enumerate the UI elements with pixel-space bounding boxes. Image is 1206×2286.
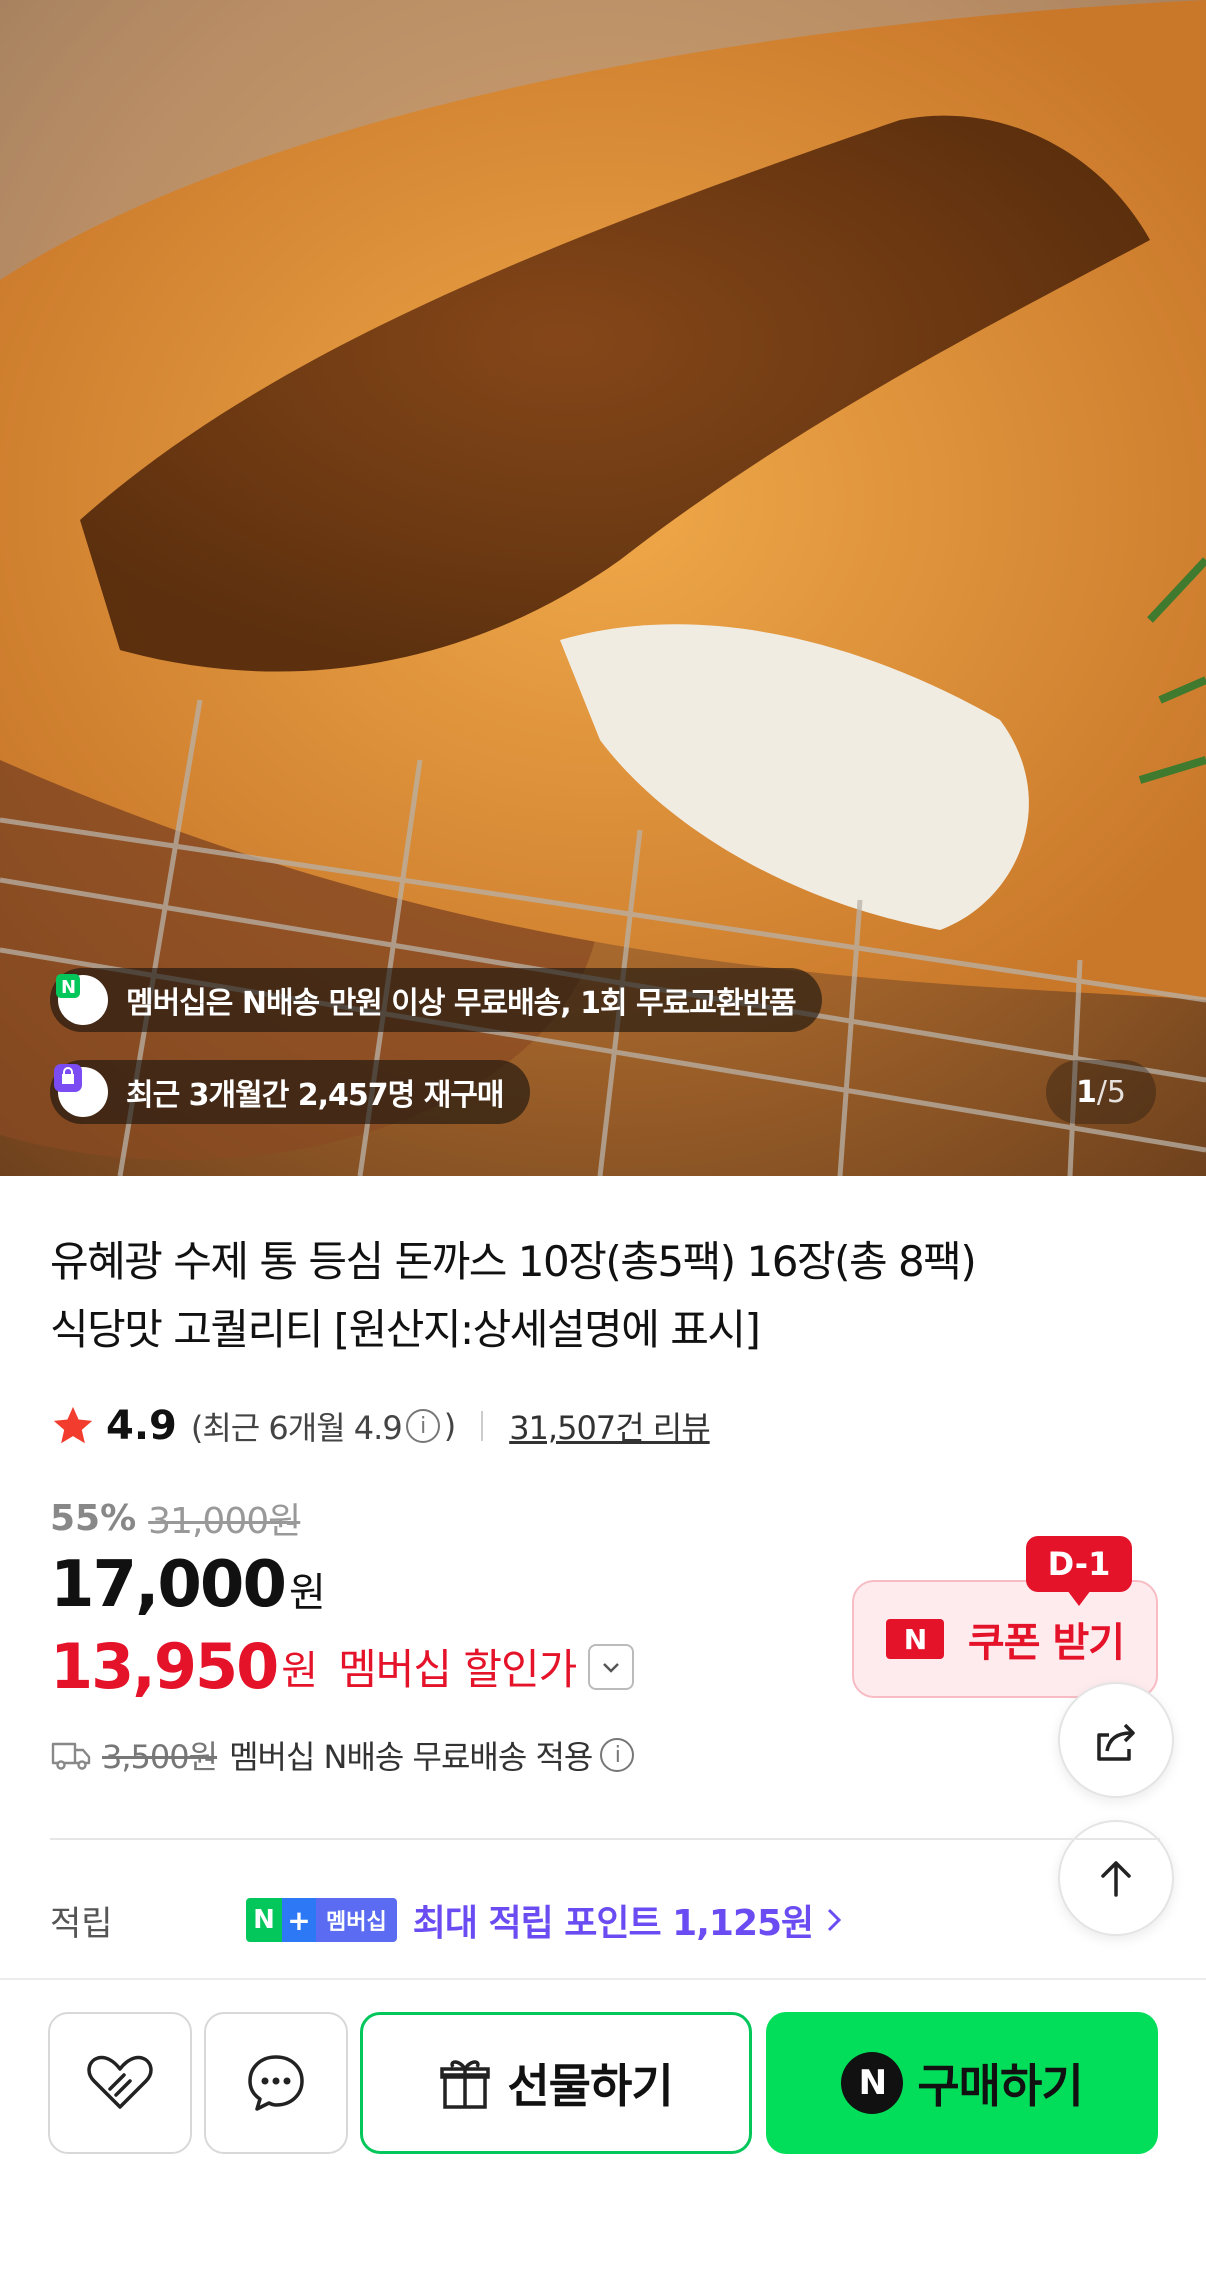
- discount-row: 55% 31,000원: [50, 1492, 301, 1544]
- wishlist-button[interactable]: [48, 2012, 192, 2154]
- gift-label: 선물하기: [507, 2059, 673, 2113]
- naver-plus-membership-badge: N + 멤버십: [246, 1898, 397, 1942]
- star-icon: [53, 1406, 93, 1444]
- sale-price-currency: 원: [288, 1570, 326, 1616]
- gift-button[interactable]: 선물하기: [360, 2012, 752, 2154]
- membership-notice-pill: N 멤버십은 N배송 만원 이상 무료배송, 1회 무료교환반품: [50, 968, 822, 1032]
- sale-price-row: 17,000 원: [50, 1548, 326, 1622]
- talk-button[interactable]: [204, 2012, 348, 2154]
- badge-n: N: [246, 1898, 282, 1942]
- points-label: 적립: [50, 1903, 113, 1944]
- shipping-row: 3,500원 멤버십 N배송 무료배송 적용 i: [50, 1732, 638, 1778]
- shipping-text: 멤버십 N배송 무료배송 적용: [229, 1738, 593, 1776]
- chevron-down-icon[interactable]: [588, 1643, 635, 1690]
- gift-icon: [440, 2060, 491, 2109]
- review-count-link[interactable]: 31,507건 리뷰: [509, 1403, 710, 1449]
- coupon-label: 쿠폰 받기: [967, 1620, 1125, 1666]
- rating-row: 4.9 (최근 6개월 4.9 i ) 31,507건 리뷰: [50, 1398, 711, 1454]
- svg-text:N: N: [61, 977, 75, 998]
- rating-score: 4.9: [106, 1403, 177, 1449]
- recent-rating-text: (최근 6개월 4.9: [190, 1409, 403, 1447]
- shipping-original-fee: 3,500원: [102, 1738, 218, 1776]
- share-button[interactable]: [1058, 1682, 1174, 1798]
- member-price: 13,950: [50, 1630, 279, 1703]
- info-icon[interactable]: i: [405, 1409, 440, 1443]
- shipping-info-icon[interactable]: i: [600, 1738, 635, 1772]
- product-title-line2: 식당맛 고퀄리티 [원산지:상세설명에 표시]: [50, 1305, 761, 1354]
- coupon-button[interactable]: N 쿠폰 받기: [852, 1580, 1158, 1698]
- member-price-label: 멤버십 할인가: [338, 1645, 577, 1694]
- naver-n-icon: N: [841, 2052, 904, 2114]
- heart-icon: [87, 2055, 153, 2109]
- product-image-carousel[interactable]: N 멤버십은 N배송 만원 이상 무료배송, 1회 무료교환반품 최근 3개월간…: [0, 0, 1206, 1176]
- shopping-bag-icon: [54, 1064, 108, 1117]
- recent-rating: (최근 6개월 4.9 i ): [190, 1403, 457, 1449]
- product-title-line1: 유혜광 수제 통 등심 돈까스 10장(총5팩) 16장(총 8팩): [50, 1237, 977, 1286]
- chevron-right-icon: [828, 1908, 842, 1932]
- chat-icon: [248, 2055, 304, 2111]
- section-divider: [50, 1838, 1160, 1840]
- delivery-n-icon: N: [56, 974, 108, 1025]
- badge-plus: +: [282, 1898, 316, 1942]
- member-price-currency: 원: [281, 1647, 319, 1694]
- points-text: 최대 적립 포인트 1,125원: [412, 1903, 814, 1944]
- image-counter: 1/5: [1046, 1060, 1156, 1124]
- buy-label: 구매하기: [917, 2059, 1083, 2113]
- recent-rating-close: ): [443, 1407, 457, 1445]
- coupon-n-icon: N: [885, 1619, 944, 1659]
- points-row[interactable]: 적립 N + 멤버십 최대 적립 포인트 1,125원: [50, 1890, 1160, 1950]
- truck-icon: [51, 1742, 91, 1770]
- image-total: /5: [1096, 1074, 1127, 1110]
- discount-rate: 55%: [50, 1497, 137, 1539]
- coupon-deadline-badge: D-1: [1026, 1536, 1132, 1606]
- repurchase-notice-pill: 최근 3개월간 2,457명 재구매: [50, 1060, 530, 1124]
- sale-price: 17,000: [50, 1548, 287, 1622]
- buy-button[interactable]: N 구매하기: [766, 2012, 1158, 2154]
- rating-separator: [481, 1411, 484, 1441]
- member-price-row: 13,950 원 멤버십 할인가: [50, 1630, 635, 1703]
- bottom-bar-divider: [0, 1978, 1206, 1980]
- membership-notice-text: 멤버십은 N배송 만원 이상 무료배송, 1회 무료교환반품: [126, 986, 797, 1021]
- original-price: 31,000원: [148, 1501, 301, 1542]
- product-title: 유혜광 수제 통 등심 돈까스 10장(총5팩) 16장(총 8팩) 식당맛 고…: [50, 1228, 1160, 1364]
- repurchase-notice-text: 최근 3개월간 2,457명 재구매: [126, 1078, 504, 1113]
- share-icon: [1097, 1723, 1135, 1761]
- badge-membership: 멤버십: [316, 1898, 397, 1942]
- image-index: 1: [1075, 1074, 1097, 1110]
